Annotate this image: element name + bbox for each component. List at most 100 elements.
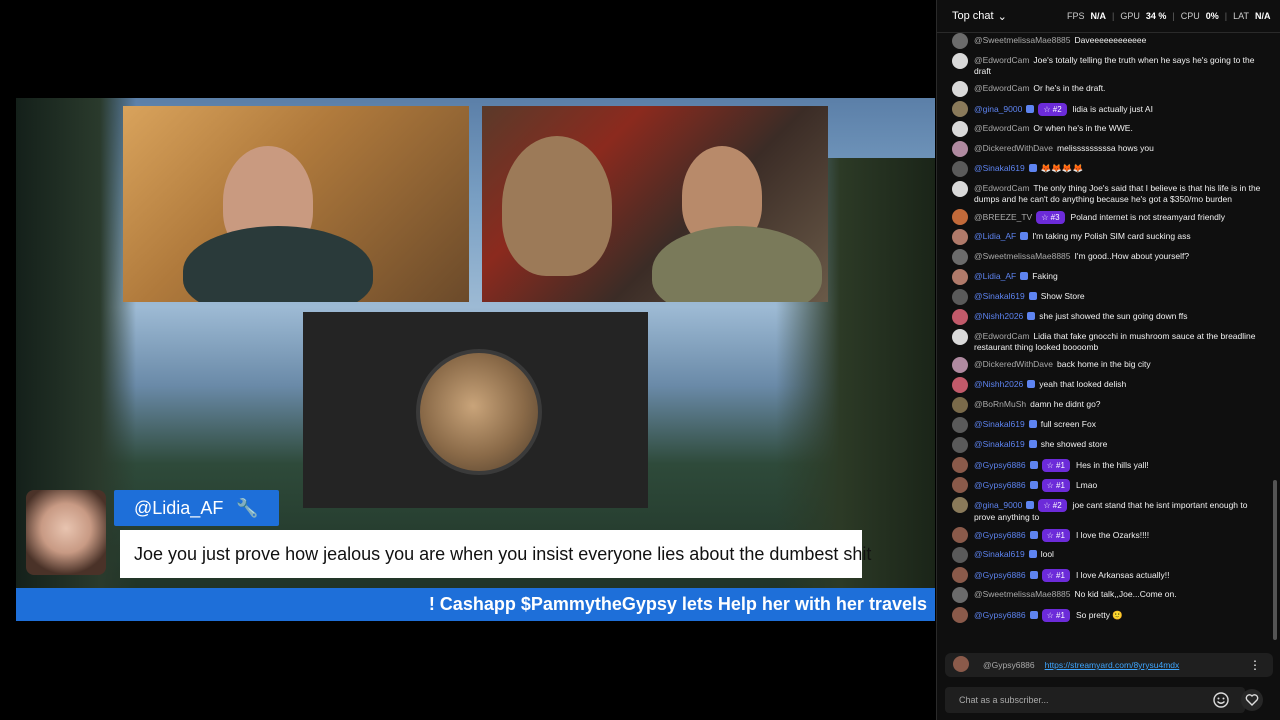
chat-author[interactable]: @EdwordCam — [974, 183, 1029, 193]
participant-camera-2 — [482, 106, 828, 302]
verified-badge-icon — [1020, 272, 1029, 280]
avatar[interactable] — [952, 229, 968, 245]
avatar[interactable] — [952, 209, 968, 225]
chat-author[interactable]: @Lidia_AF — [974, 231, 1016, 241]
chat-author[interactable]: @EdwordCam — [974, 123, 1029, 133]
verified-badge-icon — [1029, 611, 1038, 619]
chat-author[interactable]: @EdwordCam — [974, 83, 1029, 93]
supporter-rank-badge: ☆ #1 — [1041, 459, 1070, 472]
chat-scrollbar[interactable] — [1273, 480, 1277, 640]
chat-message-text: So pretty 🙂 — [1075, 610, 1123, 620]
avatar[interactable] — [952, 477, 968, 493]
chat-message-text: I love the Ozarks!!!! — [1075, 530, 1150, 540]
chat-author[interactable]: @DickeredWithDave — [974, 359, 1053, 369]
chat-message-body: @Lidia_AF Faking — [974, 271, 1263, 282]
chat-header: Top chat ⌄ FPS N/A | GPU 34 % | CPU 0% | LA… — [937, 0, 1280, 33]
chat-message-text: she showed store — [1040, 439, 1108, 449]
avatar[interactable] — [952, 457, 968, 473]
avatar[interactable] — [952, 587, 968, 603]
chat-author[interactable]: @BREEZE_TV — [974, 212, 1032, 222]
chat-author[interactable]: @BoRnMuSh — [974, 399, 1026, 409]
chat-author[interactable]: @Sinakal619 — [974, 439, 1025, 449]
avatar[interactable] — [952, 269, 968, 285]
chat-author[interactable]: @Gypsy6886 — [974, 610, 1026, 620]
pinned-link[interactable]: https://streamyard.com/8yrysu4mdx — [1045, 660, 1180, 670]
chat-message-text: yeah that looked delish — [1039, 379, 1127, 389]
chat-message-body: @BREEZE_TV ☆ #3 Poland internet is not str… — [974, 211, 1263, 224]
chat-message-body: @EdwordCam Or he's in the draft. — [974, 83, 1263, 94]
verified-badge-icon — [1026, 105, 1035, 113]
chat-author[interactable]: @SweetmelissaMae8885 — [974, 35, 1071, 45]
chat-author[interactable]: @Sinakal619 — [974, 419, 1025, 429]
video-player[interactable]: @Lidia_AF 🔧 Joe you just prove how jealo… — [16, 98, 935, 621]
chat-author[interactable]: @gina_9000 — [974, 500, 1022, 510]
chat-author[interactable]: @Gypsy6886 — [974, 570, 1026, 580]
chat-message: @SweetmelissaMae8885 No kid talk,,Joe...C… — [937, 586, 1273, 606]
avatar[interactable] — [952, 161, 968, 177]
chat-message-body: @EdwordCam Joe's totally telling the trut… — [974, 55, 1263, 77]
avatar[interactable] — [952, 121, 968, 137]
avatar[interactable] — [952, 329, 968, 345]
commenter-name: @Lidia_AF 🔧 — [114, 490, 279, 526]
chat-message-text: I love Arkansas actually!! — [1075, 570, 1170, 580]
avatar[interactable] — [952, 607, 968, 623]
avatar[interactable] — [952, 397, 968, 413]
chat-author[interactable]: @Nishh2026 — [974, 379, 1023, 389]
chat-input[interactable]: Chat as a subscriber... — [945, 687, 1245, 713]
chat-author[interactable]: @EdwordCam — [974, 55, 1029, 65]
chat-author[interactable]: @SweetmelissaMae8885 — [974, 251, 1071, 261]
chat-author[interactable]: @Sinakal619 — [974, 291, 1025, 301]
chat-author[interactable]: @Nishh2026 — [974, 311, 1023, 321]
avatar[interactable] — [952, 101, 968, 117]
verified-badge-icon — [1027, 380, 1036, 388]
heart-button[interactable] — [1241, 689, 1263, 711]
chat-author[interactable]: @Lidia_AF — [974, 271, 1016, 281]
chat-message: @Nishh2026 she just showed the sun going … — [937, 308, 1273, 328]
avatar[interactable] — [952, 289, 968, 305]
chat-author[interactable]: @DickeredWithDave — [974, 143, 1053, 153]
avatar[interactable] — [952, 309, 968, 325]
avatar[interactable] — [952, 377, 968, 393]
participant-camera-3 — [303, 312, 648, 508]
chat-author[interactable]: @EdwordCam — [974, 331, 1029, 341]
pinned-author: @Gypsy6886 — [983, 660, 1035, 670]
fps-label: FPS — [1067, 11, 1085, 21]
avatar[interactable] — [952, 357, 968, 373]
chat-author[interactable]: @Sinakal619 — [974, 549, 1025, 559]
chat-message-text: back home in the big city — [1057, 359, 1151, 369]
chat-author[interactable]: @Gypsy6886 — [974, 530, 1026, 540]
avatar[interactable] — [952, 497, 968, 513]
avatar[interactable] — [952, 53, 968, 69]
chat-author[interactable]: @gina_9000 — [974, 104, 1022, 114]
avatar[interactable] — [952, 249, 968, 265]
avatar[interactable] — [952, 567, 968, 583]
avatar[interactable] — [952, 181, 968, 197]
avatar[interactable] — [952, 547, 968, 563]
chat-author[interactable]: @SweetmelissaMae8885 — [974, 589, 1071, 599]
chat-message: @Gypsy6886 ☆ #1 I love the Ozarks!!!! — [937, 526, 1273, 546]
avatar[interactable] — [952, 527, 968, 543]
chat-author[interactable]: @Sinakal619 — [974, 163, 1025, 173]
chat-message-body: @SweetmelissaMae8885 I'm good..How about … — [974, 251, 1263, 262]
chat-message-list[interactable]: @SweetmelissaMae8885 Daveeeeeeeeeeee @Edwo… — [937, 32, 1273, 650]
ticker-text: ! Cashapp $PammytheGypsy lets Help her w… — [428, 594, 927, 614]
avatar[interactable] — [952, 33, 968, 49]
chat-author[interactable]: @Gypsy6886 — [974, 460, 1026, 470]
chat-message: @Gypsy6886 ☆ #1 Lmao — [937, 476, 1273, 496]
more-options-icon[interactable]: ⋮ — [1249, 657, 1261, 673]
emoji-icon[interactable] — [1212, 691, 1230, 709]
avatar[interactable] — [952, 417, 968, 433]
avatar[interactable] — [952, 81, 968, 97]
cpu-value: 0% — [1205, 11, 1219, 21]
top-chat-dropdown[interactable]: Top chat ⌄ — [952, 10, 1007, 23]
avatar[interactable] — [952, 437, 968, 453]
chat-message-body: @DickeredWithDave back home in the big ci… — [974, 359, 1263, 370]
chat-message-body: @EdwordCam The only thing Joe's said that… — [974, 183, 1263, 205]
lat-value: N/A — [1254, 11, 1271, 21]
avatar[interactable] — [952, 141, 968, 157]
chat-message-body: @Sinakal619 🦊🦊🦊🦊 — [974, 163, 1263, 174]
chat-message-body: @gina_9000 ☆ #2 joe cant stand that he isn… — [974, 499, 1263, 523]
lat-label: LAT — [1233, 11, 1249, 21]
avatar — [953, 656, 969, 672]
chat-author[interactable]: @Gypsy6886 — [974, 480, 1026, 490]
